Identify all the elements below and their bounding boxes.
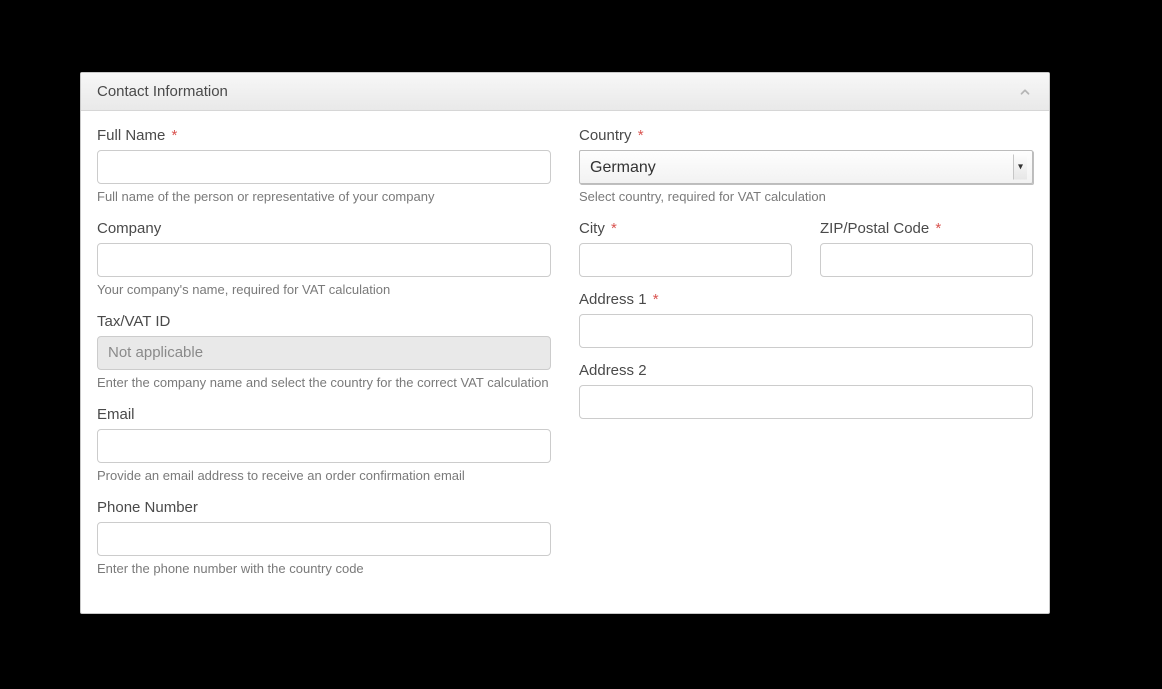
field-country: Country * Germany ▾ Select country, requ… [579,127,1033,206]
email-help: Provide an email address to receive an o… [97,468,551,485]
field-email: Email Provide an email address to receiv… [97,406,551,485]
right-column: Country * Germany ▾ Select country, requ… [579,127,1033,591]
zip-input[interactable] [820,243,1033,277]
address2-label: Address 2 [579,362,1033,379]
field-full-name: Full Name * Full name of the person or r… [97,127,551,206]
zip-label: ZIP/Postal Code * [820,220,1033,237]
field-city: City * [579,220,792,277]
phone-input[interactable] [97,522,551,556]
full-name-label-text: Full Name [97,127,165,144]
required-marker: * [611,220,617,237]
country-label: Country * [579,127,1033,144]
phone-label: Phone Number [97,499,551,516]
panel-body: Full Name * Full name of the person or r… [81,111,1049,613]
address1-input[interactable] [579,314,1033,348]
country-select-wrap: Germany ▾ [579,150,1033,184]
vat-input [97,336,551,370]
address1-label-text: Address 1 [579,291,647,308]
field-vat: Tax/VAT ID Enter the company name and se… [97,313,551,392]
zip-label-text: ZIP/Postal Code [820,220,929,237]
city-label-text: City [579,220,605,237]
required-marker: * [638,127,644,144]
required-marker: * [653,291,659,308]
email-label: Email [97,406,551,423]
required-marker: * [172,127,178,144]
company-help: Your company's name, required for VAT ca… [97,282,551,299]
city-label: City * [579,220,792,237]
panel-title: Contact Information [97,83,228,100]
left-column: Full Name * Full name of the person or r… [97,127,551,591]
field-company: Company Your company's name, required fo… [97,220,551,299]
full-name-input[interactable] [97,150,551,184]
city-zip-row: City * ZIP/Postal Code * [579,220,1033,291]
full-name-help: Full name of the person or representativ… [97,189,551,206]
country-label-text: Country [579,127,632,144]
address2-input[interactable] [579,385,1033,419]
field-phone: Phone Number Enter the phone number with… [97,499,551,578]
address1-label: Address 1 * [579,291,1033,308]
vat-label: Tax/VAT ID [97,313,551,330]
field-address1: Address 1 * [579,291,1033,348]
city-input[interactable] [579,243,792,277]
company-label: Company [97,220,551,237]
country-help: Select country, required for VAT calcula… [579,189,1033,206]
required-marker: * [935,220,941,237]
full-name-label: Full Name * [97,127,551,144]
vat-help: Enter the company name and select the co… [97,375,551,392]
phone-help: Enter the phone number with the country … [97,561,551,578]
contact-info-panel: Contact Information Full Name * Full nam… [80,72,1050,614]
chevron-up-icon[interactable] [1017,84,1033,100]
country-select[interactable]: Germany [579,150,1033,184]
company-input[interactable] [97,243,551,277]
panel-header: Contact Information [81,73,1049,111]
field-address2: Address 2 [579,362,1033,419]
field-zip: ZIP/Postal Code * [820,220,1033,277]
email-input[interactable] [97,429,551,463]
